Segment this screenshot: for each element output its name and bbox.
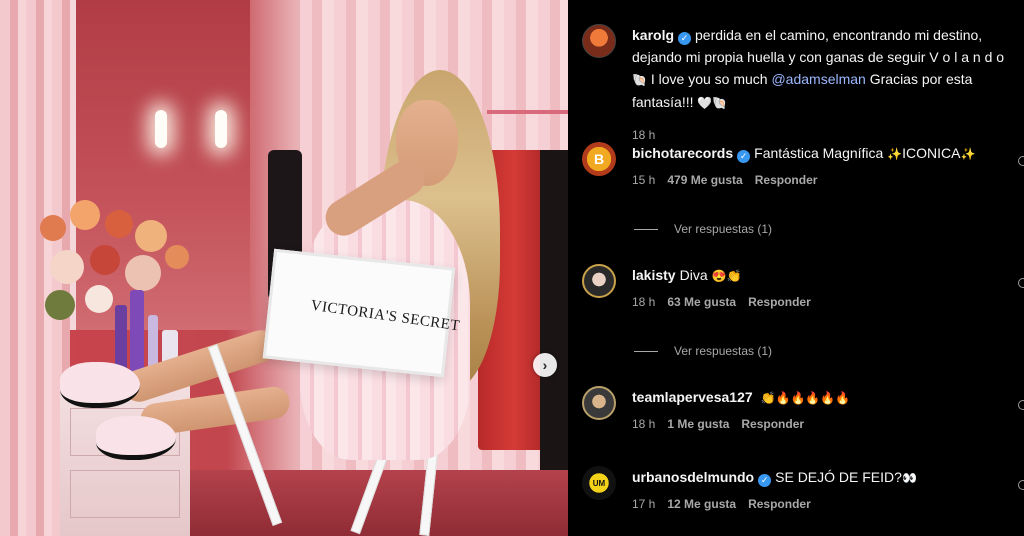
slipper bbox=[60, 362, 140, 408]
view-replies-label: Ver respuestas (1) bbox=[674, 222, 773, 236]
avatar[interactable] bbox=[582, 264, 616, 298]
username[interactable]: bichotarecords bbox=[632, 145, 733, 161]
sparkles-emoji-icon: ✨ bbox=[960, 147, 976, 161]
likes-count[interactable]: 479 Me gusta bbox=[667, 173, 742, 187]
slipper bbox=[96, 416, 176, 460]
mention-link[interactable]: @adamselman bbox=[771, 71, 865, 87]
like-heart-icon[interactable] bbox=[1018, 400, 1024, 410]
divider-line bbox=[634, 350, 658, 352]
fire-emoji-icon: 🔥 bbox=[835, 391, 851, 405]
clothing-rack bbox=[487, 110, 568, 114]
reply-button[interactable]: Responder bbox=[748, 295, 811, 309]
verified-badge-icon: ✓ bbox=[678, 32, 692, 45]
view-replies-button[interactable]: Ver respuestas (1) bbox=[634, 222, 772, 236]
white-heart-emoji-icon: 🤍 bbox=[697, 96, 713, 110]
like-heart-icon[interactable] bbox=[1018, 480, 1024, 490]
heart-eyes-emoji-icon: 😍 bbox=[711, 269, 727, 283]
clap-emoji-icon: 👏 bbox=[760, 391, 776, 405]
timestamp[interactable]: 17 h bbox=[632, 497, 655, 511]
likes-count[interactable]: 63 Me gusta bbox=[667, 295, 736, 309]
avatar[interactable]: B bbox=[582, 142, 616, 176]
dark-garment bbox=[540, 150, 568, 510]
verified-badge-icon: ✓ bbox=[737, 150, 751, 163]
post-photo: VICTORIA'S SECRET › bbox=[0, 0, 568, 536]
shell-emoji-icon: 🐚 bbox=[632, 73, 647, 87]
avatar[interactable] bbox=[582, 24, 616, 58]
like-heart-icon[interactable] bbox=[1018, 278, 1024, 288]
comment-text: SE DEJÓ DE FEID? bbox=[775, 469, 902, 485]
fire-emoji-icon: 🔥 bbox=[805, 391, 821, 405]
divider-line bbox=[634, 228, 658, 230]
chevron-right-icon[interactable]: › bbox=[533, 353, 557, 377]
timestamp[interactable]: 15 h bbox=[632, 173, 655, 187]
fire-emoji-icon: 🔥 bbox=[790, 391, 806, 405]
likes-count[interactable]: 12 Me gusta bbox=[667, 497, 736, 511]
reply-button[interactable]: Responder bbox=[741, 417, 804, 431]
light-bulb bbox=[155, 110, 167, 148]
username[interactable]: teamlapervesa127 bbox=[632, 389, 753, 405]
light-bulb bbox=[215, 110, 227, 148]
view-replies-button[interactable]: Ver respuestas (1) bbox=[634, 344, 772, 358]
reply-button[interactable]: Responder bbox=[755, 173, 818, 187]
likes-count[interactable]: 1 Me gusta bbox=[667, 417, 729, 431]
verified-badge-icon: ✓ bbox=[758, 474, 772, 487]
comments-panel: karolg ✓ perdida en el camino, encontrando… bbox=[568, 0, 1024, 536]
avatar[interactable] bbox=[582, 386, 616, 420]
timestamp[interactable]: 18 h bbox=[632, 417, 655, 431]
timestamp[interactable]: 18 h bbox=[632, 295, 655, 309]
caption-text-2: I love you so much bbox=[650, 71, 768, 87]
fire-emoji-icon: 🔥 bbox=[820, 391, 836, 405]
eyes-emoji-icon: 👀 bbox=[901, 471, 917, 485]
avatar[interactable]: UM bbox=[582, 466, 616, 500]
like-heart-icon[interactable] bbox=[1018, 156, 1024, 166]
comment-text: Fantástica Magnífica bbox=[754, 145, 884, 161]
username[interactable]: karolg bbox=[632, 27, 674, 43]
view-replies-label: Ver respuestas (1) bbox=[674, 344, 773, 358]
username[interactable]: urbanosdelmundo bbox=[632, 469, 754, 485]
comment-text-2: ICONICA bbox=[902, 145, 961, 161]
timestamp[interactable]: 18 h bbox=[632, 128, 655, 142]
shell-emoji-icon: 🐚 bbox=[712, 96, 728, 110]
sparkles-emoji-icon: ✨ bbox=[887, 147, 903, 161]
fire-emoji-icon: 🔥 bbox=[775, 391, 791, 405]
reply-button[interactable]: Responder bbox=[748, 497, 811, 511]
comment-text: Diva bbox=[679, 267, 708, 283]
clap-emoji-icon: 👏 bbox=[726, 269, 742, 283]
username[interactable]: lakisty bbox=[632, 267, 676, 283]
